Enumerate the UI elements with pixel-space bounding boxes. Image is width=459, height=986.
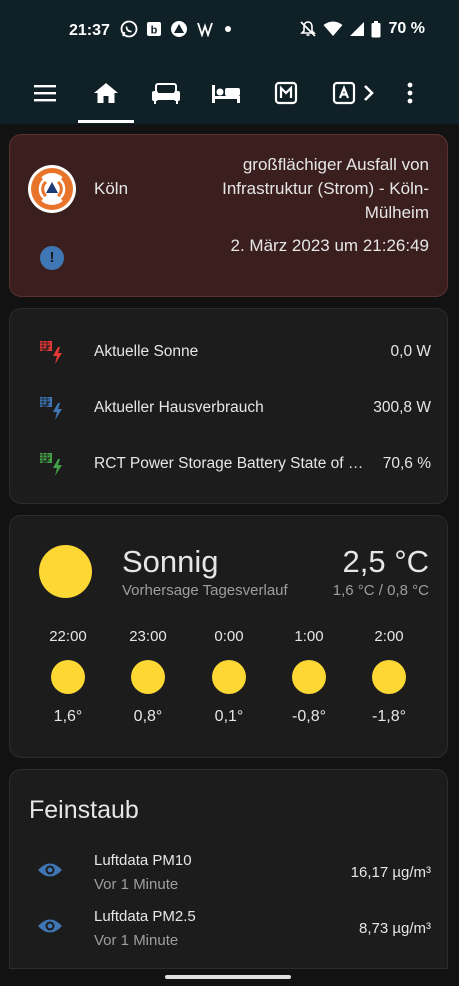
tab-m-app[interactable] <box>269 76 303 110</box>
energy-row-house-consumption[interactable]: Aktueller Hausverbrauch 300,8 W <box>10 387 449 427</box>
sensor-last-updated: Vor 1 Minute <box>94 876 179 893</box>
info-icon: ! <box>40 246 64 270</box>
energy-label: RCT Power Storage Battery State of Charg… <box>94 455 369 472</box>
energy-card: Aktuelle Sonne 0,0 W Aktueller Hausverbr… <box>9 308 448 504</box>
energy-label: Aktueller Hausverbrauch <box>94 399 264 416</box>
forecast-temp: 1,6° <box>53 708 83 725</box>
wifi-icon <box>323 21 343 36</box>
civil-protection-alert-card[interactable]: Köln großflächiger Ausfall von Infrastru… <box>9 134 448 297</box>
bed-icon <box>212 85 240 103</box>
scroll-tabs-right-button[interactable] <box>352 76 386 110</box>
forecast-temp: -0,8° <box>292 708 326 725</box>
gesture-navigation-bar[interactable] <box>165 975 291 979</box>
sunny-icon <box>372 660 406 694</box>
civil-protection-logo <box>28 165 76 213</box>
sensor-last-updated: Vor 1 Minute <box>94 932 179 949</box>
solar-power-icon <box>40 341 62 364</box>
forecast-temp: -1,8° <box>372 708 406 725</box>
hamburger-menu-icon <box>34 85 56 102</box>
status-time: 21:37 <box>69 22 110 39</box>
sensor-name: Luftdata PM2.5 <box>94 908 196 925</box>
weather-subtitle: Vorhersage Tagesverlauf <box>122 582 288 599</box>
sensor-name: Luftdata PM10 <box>94 852 192 869</box>
sofa-icon <box>152 83 180 104</box>
forecast-item: 0:00 0,1° <box>199 628 259 726</box>
battery-icon <box>371 20 381 37</box>
sensor-row-pm10[interactable]: Luftdata PM10 Vor 1 Minute 16,17 µg/m³ <box>10 848 449 898</box>
mute-bell-icon <box>299 21 316 37</box>
weather-card[interactable]: Sonnig Vorhersage Tagesverlauf 2,5 °C 1,… <box>9 515 448 758</box>
forecast-item: 23:00 0,8° <box>118 628 178 726</box>
alert-city: Köln <box>94 179 129 198</box>
current-temperature: 2,5 °C <box>342 544 430 579</box>
status-bar: 21:37 b 70 % <box>0 0 459 62</box>
energy-value: 300,8 W <box>373 399 431 416</box>
sunny-icon <box>292 660 326 694</box>
overflow-menu-button[interactable] <box>393 76 427 110</box>
energy-row-sun[interactable]: Aktuelle Sonne 0,0 W <box>10 331 449 371</box>
battery-percent: 70 % <box>388 20 425 37</box>
sunny-icon <box>51 660 85 694</box>
w-app-icon <box>197 22 213 37</box>
forecast-item: 1:00 -0,8° <box>279 628 339 726</box>
energy-value: 0,0 W <box>390 343 431 360</box>
home-icon <box>94 83 118 103</box>
tab-home[interactable] <box>89 76 123 110</box>
energy-value: 70,6 % <box>382 455 431 472</box>
notification-icons: b <box>120 20 232 38</box>
sunny-icon <box>39 545 92 598</box>
forecast-time: 23:00 <box>129 628 167 645</box>
more-vertical-icon <box>407 82 413 104</box>
active-tab-indicator <box>78 120 134 123</box>
tab-bedroom[interactable] <box>209 76 243 110</box>
forecast-temp: 0,8° <box>133 708 163 725</box>
hourly-forecast: 22:00 1,6° 23:00 0,8° 0:00 0,1° 1:00 -0,… <box>10 628 449 738</box>
alert-date: 2. März 2023 um 21:26:49 <box>230 236 429 255</box>
system-icons: 70 % <box>299 20 425 38</box>
tab-living-room[interactable] <box>149 76 183 110</box>
m-box-icon <box>274 81 298 105</box>
energy-row-battery[interactable]: RCT Power Storage Battery State of Charg… <box>10 443 449 483</box>
civil-protection-icon <box>31 168 73 210</box>
sunny-icon <box>212 660 246 694</box>
svg-text:b: b <box>151 25 158 37</box>
forecast-time: 2:00 <box>374 628 404 645</box>
whatsapp-icon <box>120 20 138 38</box>
sunny-icon <box>131 660 165 694</box>
forecast-item: 2:00 -1,8° <box>359 628 419 726</box>
house-consumption-icon <box>40 397 62 420</box>
forecast-time: 0:00 <box>214 628 244 645</box>
chevron-right-icon <box>364 85 374 101</box>
sensor-value: 16,17 µg/m³ <box>350 864 431 881</box>
forecast-item: 22:00 1,6° <box>38 628 98 726</box>
sensor-row-pm25[interactable]: Luftdata PM2.5 Vor 1 Minute 8,73 µg/m³ <box>10 904 449 954</box>
battery-storage-icon <box>40 453 62 476</box>
forecast-temp: 0,1° <box>214 708 244 725</box>
temperature-min-max: 1,6 °C / 0,8 °C <box>332 582 429 599</box>
b-app-icon: b <box>147 22 161 37</box>
menu-button[interactable] <box>28 76 62 110</box>
eye-icon <box>38 863 62 877</box>
cell-signal-icon <box>349 22 364 36</box>
energy-label: Aktuelle Sonne <box>94 343 199 360</box>
forecast-time: 22:00 <box>49 628 87 645</box>
eye-icon <box>38 919 62 933</box>
sensor-value: 8,73 µg/m³ <box>358 920 431 937</box>
card-title: Feinstaub <box>29 796 139 824</box>
triangle-app-icon <box>171 21 187 37</box>
forecast-time: 1:00 <box>294 628 324 645</box>
weather-state: Sonnig <box>122 544 219 579</box>
more-notifications-dot-icon <box>225 26 231 32</box>
particulate-matter-card: Feinstaub Luftdata PM10 Vor 1 Minute 16,… <box>9 769 448 969</box>
alert-title: großflächiger Ausfall von Infrastruktur … <box>222 155 429 222</box>
app-bar <box>0 62 459 124</box>
